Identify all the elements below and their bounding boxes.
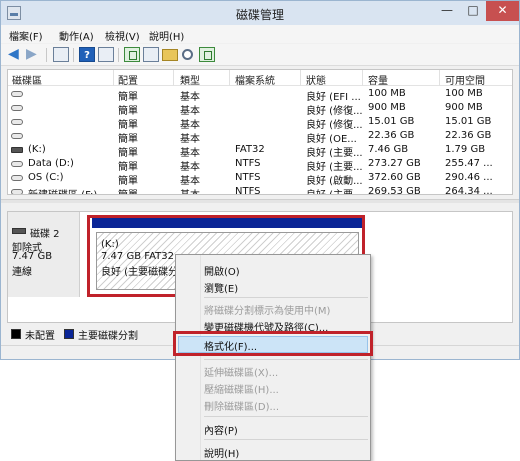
drive-icon	[11, 105, 23, 111]
menu-item-open[interactable]: 開啟(O)	[204, 263, 240, 278]
toolbar: ◀ ▶ ?	[1, 44, 519, 66]
disk-label[interactable]: 磁碟 2 卸除式 7.47 GB 連線	[8, 212, 80, 297]
drive-icon	[11, 175, 23, 181]
legend-unallocated-label: 未配置	[25, 331, 55, 342]
minimize-button[interactable]: —	[434, 1, 460, 21]
menu-view[interactable]: 檢視(V)	[105, 28, 140, 43]
col-free-space[interactable]: 可用空間	[445, 72, 485, 87]
cell-free: 255.47 ...	[445, 158, 493, 169]
menu-separator	[204, 416, 368, 417]
cell-capacity: 269.53 GB	[368, 186, 421, 195]
table-row[interactable]: 簡單 基本 良好 (修復... 15.01 GB 15.01 GB	[8, 115, 512, 131]
disk-size: 7.47 GB	[12, 251, 53, 262]
help-icon[interactable]: ?	[79, 47, 95, 62]
menu-item-properties[interactable]: 內容(P)	[204, 422, 238, 437]
toolbar-separator	[73, 48, 74, 62]
col-type[interactable]: 類型	[180, 72, 200, 87]
cell-free: 22.36 GB	[445, 130, 492, 141]
cell-free: 1.79 GB	[445, 144, 486, 155]
cell-capacity: 15.01 GB	[368, 116, 415, 127]
legend-unallocated-swatch	[11, 329, 21, 339]
toolbar-separator	[118, 48, 119, 62]
col-volume[interactable]: 磁碟區	[12, 72, 42, 87]
drive-icon	[11, 91, 23, 97]
cell-volume: Data (D:)	[28, 158, 74, 169]
toolbar-separator	[46, 48, 47, 62]
back-arrow-icon[interactable]: ◀	[8, 47, 24, 62]
menu-item-shrink-volume[interactable]: 壓縮磁碟區(H)...	[204, 381, 279, 396]
context-menu: 開啟(O) 瀏覽(E) 將磁碟分割標示為使用中(M) 變更磁碟機代號及路徑(C)…	[175, 254, 371, 461]
menu-bar: 檔案(F) 動作(A) 檢視(V) 說明(H)	[1, 25, 519, 43]
cell-capacity: 22.36 GB	[368, 130, 415, 141]
table-row[interactable]: 簡單 基本 良好 (修復... 900 MB 900 MB	[8, 101, 512, 117]
menu-item-mark-active[interactable]: 將磁碟分割標示為使用中(M)	[204, 302, 330, 317]
settings-icon[interactable]	[143, 47, 159, 62]
cell-filesystem: NTFS	[235, 158, 261, 169]
cell-status: 良好 (主要...	[306, 186, 363, 194]
close-button[interactable]: ✕	[486, 1, 519, 21]
table-row[interactable]: (K:) 簡單 基本 FAT32 良好 (主要... 7.46 GB 1.79 …	[8, 143, 512, 159]
pane-splitter[interactable]	[1, 199, 519, 203]
cell-capacity: 7.46 GB	[368, 144, 409, 155]
disk-state: 連線	[12, 267, 32, 278]
title-bar[interactable]: 磁碟管理 — □ ✕	[1, 1, 519, 25]
cell-type: 基本	[180, 186, 200, 194]
menu-item-explore[interactable]: 瀏覽(E)	[204, 280, 238, 295]
col-capacity[interactable]: 容量	[368, 72, 388, 87]
col-layout[interactable]: 配置	[118, 72, 138, 87]
col-status[interactable]: 狀態	[306, 72, 326, 87]
menu-separator	[204, 297, 368, 298]
cell-volume: (K:)	[28, 144, 46, 155]
volume-list-header: 磁碟區 配置 類型 檔案系統 狀態 容量 可用空間	[8, 70, 512, 87]
drive-icon	[11, 189, 23, 194]
table-row[interactable]: 新建磁碟區 (F:) 簡單 基本 NTFS 良好 (主要... 269.53 G…	[8, 185, 512, 195]
table-row[interactable]: 簡單 基本 良好 (EFI ... 100 MB 100 MB	[8, 87, 512, 103]
cell-filesystem: NTFS	[235, 186, 261, 195]
drive-icon	[11, 161, 23, 167]
cell-layout: 簡單	[118, 186, 138, 194]
table-row[interactable]: OS (C:) 簡單 基本 NTFS 良好 (啟動... 372.60 GB 2…	[8, 171, 512, 187]
open-folder-icon[interactable]	[162, 49, 178, 61]
cell-filesystem: FAT32	[235, 144, 265, 155]
cell-free: 900 MB	[445, 102, 483, 113]
table-row[interactable]: 簡單 基本 良好 (OE... 22.36 GB 22.36 GB	[8, 129, 512, 145]
cell-free: 100 MB	[445, 88, 483, 99]
legend-primary-swatch	[64, 329, 74, 339]
search-icon[interactable]	[182, 49, 193, 60]
cell-free: 290.46 ...	[445, 172, 493, 183]
cell-volume: 新建磁碟區 (F:)	[28, 186, 97, 194]
drive-icon	[11, 133, 23, 139]
forward-arrow-icon[interactable]: ▶	[26, 47, 42, 62]
usb-drive-icon	[11, 147, 23, 153]
cell-capacity: 100 MB	[368, 88, 406, 99]
menu-help[interactable]: 說明(H)	[149, 28, 184, 43]
format-highlight-box	[173, 331, 373, 356]
col-filesystem[interactable]: 檔案系統	[235, 72, 275, 87]
disk-name: 磁碟 2	[30, 229, 60, 240]
legend-primary-label: 主要磁碟分割	[78, 331, 138, 342]
cell-volume: OS (C:)	[28, 172, 64, 183]
properties-grid-icon[interactable]	[53, 47, 69, 62]
cell-free: 264.34 ...	[445, 186, 493, 195]
cell-free: 15.01 GB	[445, 116, 492, 127]
drive-icon	[11, 119, 23, 125]
menu-file[interactable]: 檔案(F)	[9, 28, 43, 43]
refresh-icon[interactable]	[98, 47, 114, 62]
menu-separator	[204, 359, 368, 360]
cell-capacity: 273.27 GB	[368, 158, 421, 169]
cell-capacity: 900 MB	[368, 102, 406, 113]
menu-item-delete-volume[interactable]: 刪除磁碟區(D)...	[204, 398, 279, 413]
maximize-button[interactable]: □	[460, 1, 486, 21]
cell-capacity: 372.60 GB	[368, 172, 421, 183]
new-folder-icon[interactable]	[124, 47, 140, 62]
menu-item-help[interactable]: 說明(H)	[204, 445, 239, 460]
table-row[interactable]: Data (D:) 簡單 基本 NTFS 良好 (主要... 273.27 GB…	[8, 157, 512, 173]
menu-action[interactable]: 動作(A)	[59, 28, 94, 43]
volume-list: 磁碟區 配置 類型 檔案系統 狀態 容量 可用空間 簡單 基本 良好 (EFI …	[7, 69, 513, 195]
cell-filesystem: NTFS	[235, 172, 261, 183]
menu-item-extend-volume[interactable]: 延伸磁碟區(X)...	[204, 364, 278, 379]
menu-separator	[204, 439, 368, 440]
check-icon[interactable]	[199, 47, 215, 62]
